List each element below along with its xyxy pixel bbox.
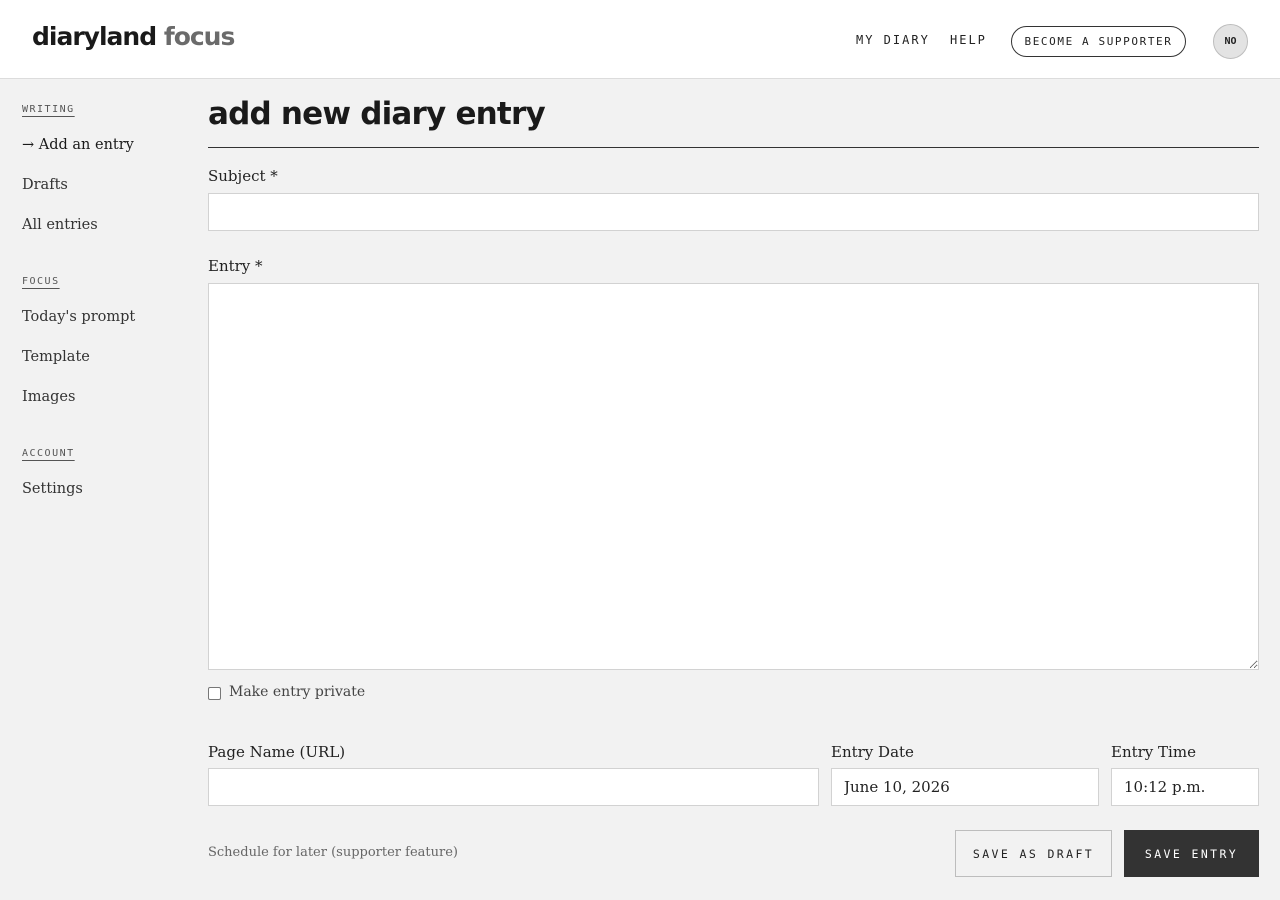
- become-supporter-button[interactable]: BECOME A SUPPORTER: [1011, 26, 1186, 57]
- logo-main: diaryland: [32, 22, 157, 51]
- page-name-label: Page Name (URL): [208, 743, 346, 761]
- entry-date-input[interactable]: [831, 768, 1099, 806]
- logo-sub: focus: [163, 22, 236, 51]
- top-bar: diaryland focus MY DIARY HELP BECOME A S…: [0, 0, 1280, 79]
- page-name-input[interactable]: [208, 768, 819, 806]
- title-divider: [208, 147, 1259, 148]
- sidebar-item-settings[interactable]: Settings: [22, 481, 83, 497]
- sidebar-heading-focus: FOCUS: [22, 276, 60, 287]
- private-checkbox[interactable]: [208, 687, 221, 700]
- logo[interactable]: diaryland focus: [32, 22, 236, 51]
- nav-my-diary[interactable]: MY DIARY: [856, 33, 930, 47]
- subject-input[interactable]: [208, 193, 1259, 231]
- page-title: add new diary entry: [208, 96, 546, 132]
- sidebar-heading-writing: WRITING: [22, 104, 75, 115]
- schedule-later-link[interactable]: Schedule for later (supporter feature): [208, 845, 458, 860]
- sidebar-item-all-entries[interactable]: All entries: [22, 217, 98, 233]
- nav-help[interactable]: HELP: [950, 33, 987, 47]
- save-as-draft-button[interactable]: SAVE AS DRAFT: [955, 830, 1112, 877]
- entry-time-input[interactable]: [1111, 768, 1259, 806]
- sidebar-heading-account: ACCOUNT: [22, 448, 75, 459]
- sidebar-item-images[interactable]: Images: [22, 389, 75, 405]
- sidebar-item-drafts[interactable]: Drafts: [22, 177, 68, 193]
- entry-label: Entry *: [208, 257, 263, 275]
- entry-textarea[interactable]: [208, 283, 1259, 670]
- sidebar-item-template[interactable]: Template: [22, 349, 90, 365]
- sidebar-item-todays-prompt[interactable]: Today's prompt: [22, 309, 135, 325]
- subject-label: Subject *: [208, 167, 278, 185]
- avatar[interactable]: NO: [1213, 24, 1248, 59]
- entry-date-label: Entry Date: [831, 743, 914, 761]
- save-entry-button[interactable]: SAVE ENTRY: [1124, 830, 1259, 877]
- private-checkbox-label[interactable]: Make entry private: [229, 684, 365, 700]
- entry-time-label: Entry Time: [1111, 743, 1196, 761]
- sidebar-item-add-entry[interactable]: → Add an entry: [22, 137, 134, 153]
